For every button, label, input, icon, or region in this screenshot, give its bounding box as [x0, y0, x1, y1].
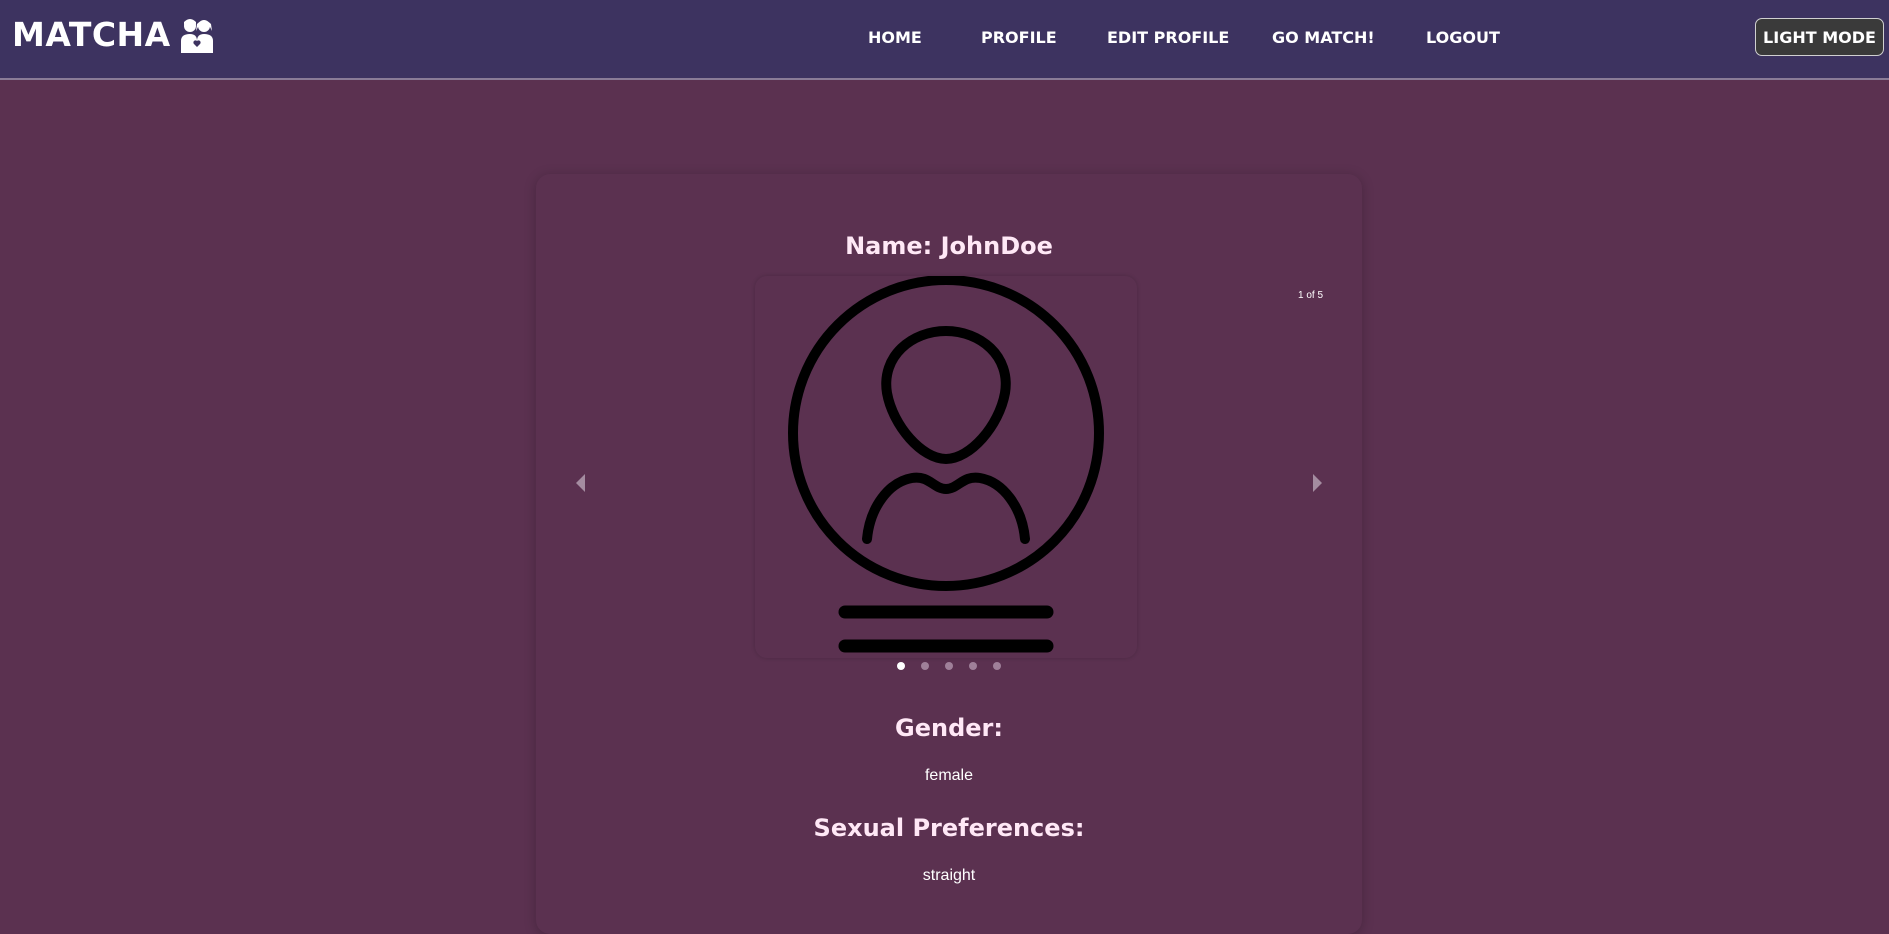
profile-name-title: Name: JohnDoe — [845, 232, 1053, 260]
preferences-label: Sexual Preferences: — [813, 814, 1085, 842]
brand[interactable]: MATCHA — [12, 15, 213, 54]
caret-left-icon[interactable] — [576, 474, 585, 492]
gender-label: Gender: — [895, 714, 1003, 742]
carousel-dot[interactable] — [993, 662, 1001, 670]
carousel-dots — [536, 662, 1362, 670]
carousel-dot[interactable] — [897, 662, 905, 670]
gender-value: female — [924, 767, 974, 784]
carousel-dot[interactable] — [945, 662, 953, 670]
nav-profile[interactable]: PROFILE — [981, 28, 1057, 47]
brand-name: MATCHA — [12, 15, 171, 54]
caret-right-icon[interactable] — [1313, 474, 1322, 492]
carousel-dot[interactable] — [969, 662, 977, 670]
carousel-dot[interactable] — [921, 662, 929, 670]
nav-logout[interactable]: LOGOUT — [1426, 28, 1500, 47]
navbar: MATCHA HOME PROFILE EDIT PROFILE GO MATC… — [0, 0, 1889, 80]
preferences-value: straight — [922, 867, 976, 884]
user-placeholder-icon — [788, 276, 1104, 653]
nav-edit-profile[interactable]: EDIT PROFILE — [1107, 28, 1229, 47]
nav-go-match[interactable]: GO MATCH! — [1272, 28, 1375, 47]
profile-card: Name: JohnDoe 1 of 5 Gender: female Sexu… — [536, 174, 1362, 934]
light-mode-button[interactable]: LIGHT MODE — [1755, 18, 1884, 56]
carousel-counter: 1 of 5 — [1298, 290, 1324, 301]
profile-photo-carousel — [755, 276, 1137, 658]
couple-icon — [180, 17, 213, 53]
nav-home[interactable]: HOME — [868, 28, 922, 47]
